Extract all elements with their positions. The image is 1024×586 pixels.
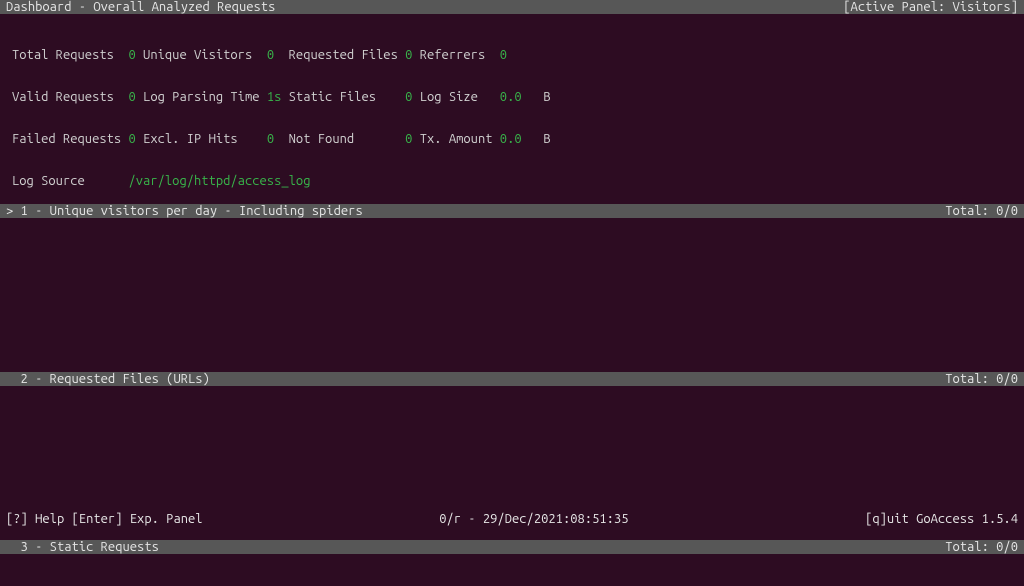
panel-header-visitors[interactable]: > 1 - Unique visitors per day - Includin… — [0, 204, 1024, 218]
stat-value: 0.0 — [500, 132, 522, 146]
log-source-path: /var/log/httpd/access_log — [128, 174, 310, 188]
overall-stats: Total Requests 0 Unique Visitors 0 Reque… — [0, 14, 1024, 204]
stat-label: Total Requests — [12, 48, 128, 62]
stat-label: Static Files — [281, 90, 405, 104]
panel-header-requested-files[interactable]: 2 - Requested Files (URLs) Total: 0/0 — [0, 372, 1024, 386]
stat-value: 0 — [267, 48, 282, 62]
stat-label: Failed Requests — [12, 132, 128, 146]
status-bar: [?] Help [Enter] Exp. Panel 0/r - 29/Dec… — [0, 512, 1024, 526]
stat-value: 0 — [128, 90, 135, 104]
panel-total: Total: 0/0 — [945, 372, 1018, 386]
stats-row: Valid Requests 0 Log Parsing Time 1s Sta… — [12, 90, 1018, 104]
stat-label: Log Size — [412, 90, 499, 104]
stat-label: Unique Visitors — [136, 48, 267, 62]
stat-value: 0 — [500, 48, 507, 62]
help-hint: [?] Help [Enter] Exp. Panel — [6, 512, 203, 526]
stat-unit: B — [522, 132, 551, 146]
panel-total: Total: 0/0 — [945, 204, 1018, 218]
timestamp: 0/r - 29/Dec/2021:08:51:35 — [439, 512, 628, 526]
title-bar: Dashboard - Overall Analyzed Requests [A… — [0, 0, 1024, 14]
panel-header-static-requests[interactable]: 3 - Static Requests Total: 0/0 — [0, 540, 1024, 554]
stats-row: Log Source /var/log/httpd/access_log — [12, 174, 1018, 188]
quit-hint: [q]uit GoAccess 1.5.4 — [865, 512, 1018, 526]
stat-label: Not Found — [281, 132, 405, 146]
dashboard-title: Dashboard - Overall Analyzed Requests — [6, 0, 275, 14]
stat-label: Log Parsing Time — [136, 90, 267, 104]
panel-title: > 1 - Unique visitors per day - Includin… — [6, 204, 363, 218]
stat-value: 0 — [267, 132, 282, 146]
stat-label: Requested Files — [281, 48, 405, 62]
panel-body-static-requests — [0, 554, 1024, 586]
panel-total: Total: 0/0 — [945, 540, 1018, 554]
stat-value: 0.0 — [500, 90, 522, 104]
panel-title: 2 - Requested Files (URLs) — [6, 372, 210, 386]
stat-label: Referrers — [412, 48, 499, 62]
stat-label: Tx. Amount — [412, 132, 499, 146]
stat-value: 0 — [128, 132, 135, 146]
stat-label: Excl. IP Hits — [136, 132, 267, 146]
stat-value: 1s — [267, 90, 282, 104]
stats-row: Total Requests 0 Unique Visitors 0 Reque… — [12, 48, 1018, 62]
active-panel-label: [Active Panel: Visitors] — [843, 0, 1018, 14]
panel-body-visitors — [0, 218, 1024, 372]
panel-title: 3 - Static Requests — [6, 540, 159, 554]
stat-unit: B — [522, 90, 551, 104]
stat-value: 0 — [128, 48, 135, 62]
stats-row: Failed Requests 0 Excl. IP Hits 0 Not Fo… — [12, 132, 1018, 146]
stat-label: Valid Requests — [12, 90, 128, 104]
stat-label: Log Source — [12, 174, 128, 188]
